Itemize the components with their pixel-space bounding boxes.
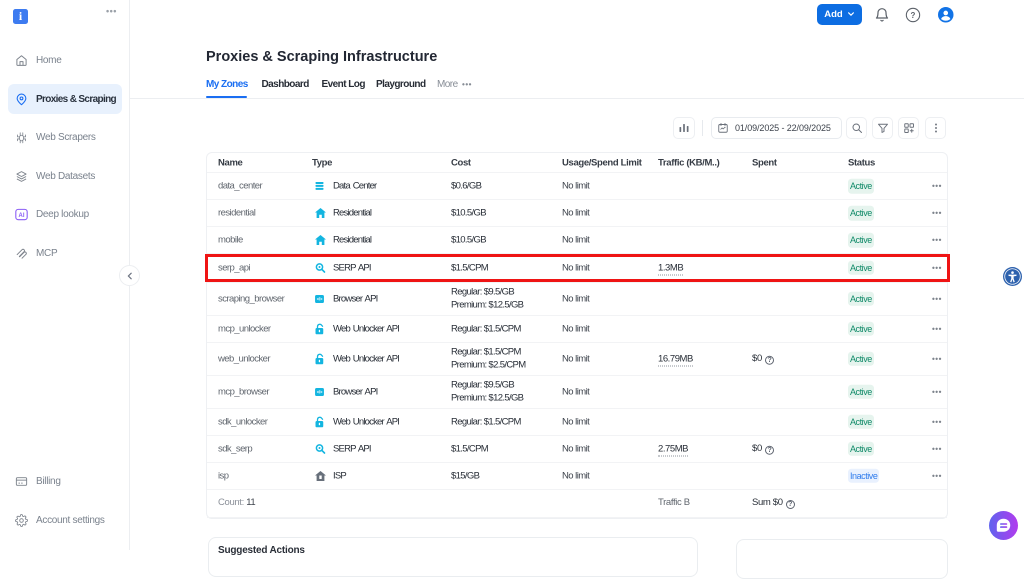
svg-text:</>: </>: [317, 389, 323, 394]
svg-text:?: ?: [911, 11, 916, 20]
svg-text:AI: AI: [19, 212, 25, 218]
svg-text:</>: </>: [317, 296, 323, 301]
